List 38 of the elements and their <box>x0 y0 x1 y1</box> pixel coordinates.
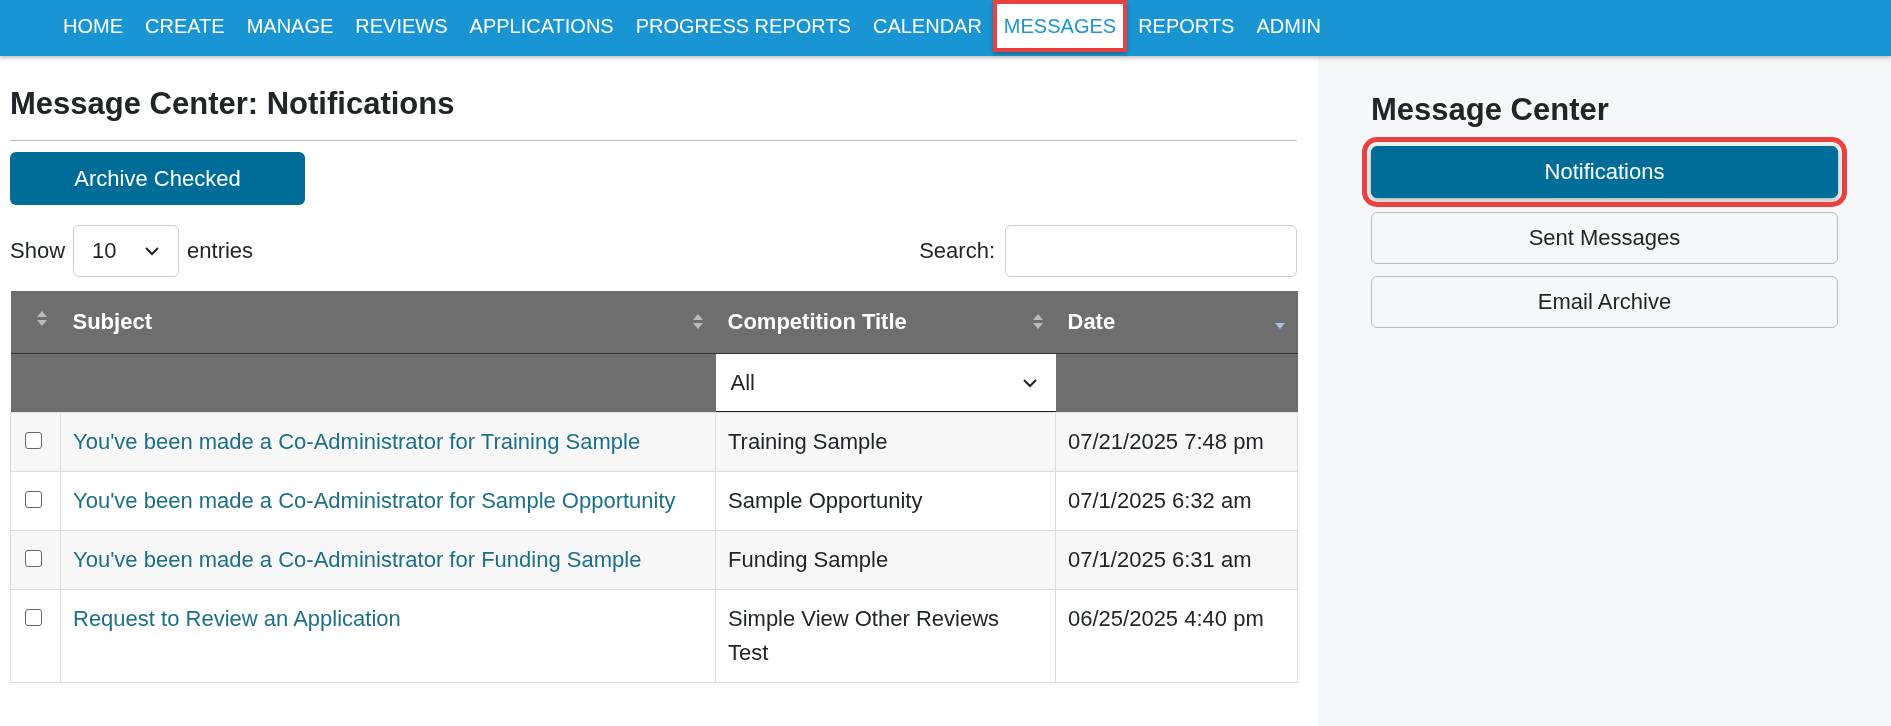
competition-cell: Simple View Other Reviews Test <box>728 606 1000 665</box>
date-cell: 06/25/2025 4:40 pm <box>1068 606 1264 631</box>
menu-button[interactable]: Sent Messages <box>1371 212 1838 264</box>
row-checkbox[interactable] <box>25 550 42 567</box>
entries-label: entries <box>187 238 254 264</box>
row-checkbox[interactable] <box>25 491 42 508</box>
subject-link[interactable]: Request to Review an Application <box>73 606 401 631</box>
competition-filter-select[interactable]: All <box>715 354 1056 412</box>
nav-tab[interactable]: MANAGE <box>235 0 345 52</box>
row-checkbox[interactable] <box>25 609 42 626</box>
nav-tab[interactable]: REPORTS <box>1127 0 1246 52</box>
nav-tab[interactable]: REVIEWS <box>344 0 459 52</box>
nav-tab[interactable]: CREATE <box>134 0 236 52</box>
archive-button[interactable]: Archive Checked <box>10 152 305 205</box>
competition-cell: Training Sample <box>728 429 888 454</box>
page-title: Message Center: Notifications <box>10 85 456 123</box>
menu-button[interactable]: Email Archive <box>1371 276 1838 328</box>
nav-tab[interactable]: MESSAGES <box>992 0 1128 52</box>
search-field[interactable] <box>1005 225 1297 277</box>
date-cell: 07/1/2025 6:31 am <box>1068 547 1252 572</box>
nav-tab[interactable]: PROGRESS REPORTS <box>624 0 862 52</box>
chevron-icon <box>144 246 161 256</box>
column-header[interactable]: Subject <box>72 309 152 335</box>
nav-tab[interactable]: HOME <box>52 0 134 52</box>
search-label: Search: <box>919 238 995 264</box>
nav-tab[interactable]: ADMIN <box>1245 0 1332 52</box>
date-cell: 07/1/2025 6:32 am <box>1068 488 1252 513</box>
entries-select[interactable]: 10 <box>73 225 180 277</box>
nav-tab[interactable]: APPLICATIONS <box>458 0 625 52</box>
nav-tab[interactable]: CALENDAR <box>861 0 993 52</box>
row-checkbox[interactable] <box>25 432 42 449</box>
chevron-icon <box>1021 377 1038 388</box>
show-label: Show <box>10 238 66 264</box>
date-cell: 07/21/2025 7:48 pm <box>1068 429 1264 454</box>
competition-cell: Funding Sample <box>728 547 889 572</box>
column-header[interactable]: Date <box>1067 309 1116 335</box>
competition-cell: Sample Opportunity <box>728 488 923 513</box>
panel-title: Message Center <box>1371 92 1610 128</box>
